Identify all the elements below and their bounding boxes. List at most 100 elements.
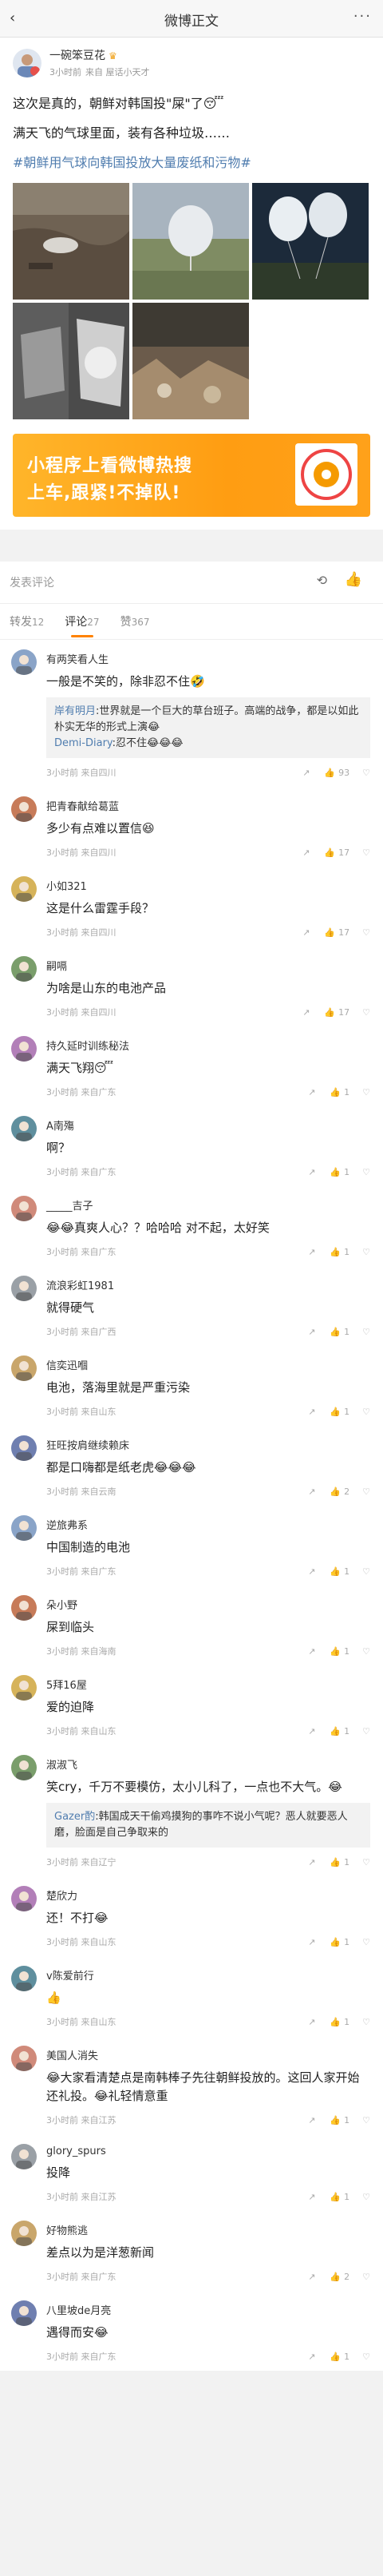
photo-3[interactable] bbox=[252, 183, 369, 300]
comment-like-button[interactable]: 👍 1 bbox=[330, 1726, 349, 1737]
heart-icon[interactable]: ♡ bbox=[362, 2272, 370, 2282]
comment-item[interactable]: 淑淑飞 笑cry，千万不要模仿，太小儿科了，一点也不大气。😂 Gazer酌:韩国成天… bbox=[0, 1745, 383, 1876]
share-icon[interactable]: ↗ bbox=[308, 1167, 315, 1177]
comment-username[interactable]: v陈爱前行 bbox=[46, 1967, 370, 1983]
share-icon[interactable]: ↗ bbox=[302, 847, 310, 858]
comment-username[interactable]: 美国人消失 bbox=[46, 2047, 370, 2062]
comment-username[interactable]: 淑淑飞 bbox=[46, 1756, 370, 1772]
comment-item[interactable]: glory_spurs 投降 3小时前 来自江苏 ↗ 👍 1 ♡ bbox=[0, 2134, 383, 2211]
share-icon[interactable]: ↗ bbox=[308, 2192, 315, 2202]
comment-avatar[interactable] bbox=[11, 2144, 37, 2169]
heart-icon[interactable]: ♡ bbox=[362, 847, 370, 858]
heart-icon[interactable]: ♡ bbox=[362, 2115, 370, 2125]
heart-icon[interactable]: ♡ bbox=[362, 1857, 370, 1868]
comment-avatar[interactable] bbox=[11, 1515, 37, 1541]
comment-like-button[interactable]: 👍 1 bbox=[330, 1327, 349, 1337]
comment-avatar[interactable] bbox=[11, 1886, 37, 1911]
share-icon[interactable]: ↗ bbox=[308, 1726, 315, 1737]
comment-replies[interactable]: 岸有明月:世界就是一个巨大的草台班子。高端的战争，都是以如此朴实无华的形式上演😂… bbox=[46, 697, 370, 758]
comment-username[interactable]: 持久延时训练秘法 bbox=[46, 1038, 370, 1053]
comment-item[interactable]: 八里坡de月亮 遇得而安😂 3小时前 来自广东 ↗ 👍 1 ♡ bbox=[0, 2291, 383, 2371]
comment-avatar[interactable] bbox=[11, 1276, 37, 1301]
heart-icon[interactable]: ♡ bbox=[362, 927, 370, 938]
share-icon[interactable]: ↗ bbox=[308, 2115, 315, 2125]
photo-4[interactable] bbox=[13, 303, 129, 419]
comment-avatar[interactable] bbox=[11, 1116, 37, 1141]
comment-like-button[interactable]: 👍 17 bbox=[324, 847, 349, 858]
share-icon[interactable]: ↗ bbox=[308, 1486, 315, 1497]
comment-avatar[interactable] bbox=[11, 1435, 37, 1461]
comment-like-button[interactable]: 👍 1 bbox=[330, 1937, 349, 1947]
share-icon[interactable]: ↗ bbox=[308, 1566, 315, 1577]
comment-username[interactable]: glory_spurs bbox=[46, 2145, 370, 2157]
comment-username[interactable]: 小如321 bbox=[46, 878, 370, 893]
comment-input-bar[interactable]: 发表评论 ⟲ 👍 bbox=[0, 562, 383, 604]
heart-icon[interactable]: ♡ bbox=[362, 768, 370, 778]
comment-username[interactable]: 八里坡de月亮 bbox=[46, 2302, 370, 2317]
comment-like-button[interactable]: 👍 1 bbox=[330, 1087, 349, 1097]
share-icon[interactable]: ↗ bbox=[308, 1407, 315, 1417]
comment-username[interactable]: 有两笑看人生 bbox=[46, 651, 370, 666]
share-icon[interactable]: ↗ bbox=[308, 1327, 315, 1337]
comment-like-button[interactable]: 👍 2 bbox=[330, 2272, 349, 2282]
post-topic-link[interactable]: #朝鲜用气球向韩国投放大量废纸和污物# bbox=[13, 152, 370, 173]
share-icon[interactable]: ↗ bbox=[308, 2352, 315, 2362]
comment-avatar[interactable] bbox=[11, 1595, 37, 1621]
comment-item[interactable]: 嗣嗝 为啥是山东的电池产品 3小时前 来自四川 ↗ 👍 17 ♡ bbox=[0, 947, 383, 1026]
share-icon[interactable]: ↗ bbox=[302, 768, 310, 778]
comment-avatar[interactable] bbox=[11, 876, 37, 902]
comment-like-button[interactable]: 👍 2 bbox=[330, 1486, 349, 1497]
comment-item[interactable]: 5拜16屋 爱的迫降 3小时前 来自山东 ↗ 👍 1 ♡ bbox=[0, 1665, 383, 1745]
comment-username[interactable]: A南殤 bbox=[46, 1117, 370, 1133]
comment-username[interactable]: 5拜16屋 bbox=[46, 1677, 370, 1692]
comment-like-button[interactable]: 👍 17 bbox=[324, 927, 349, 938]
thumb-up-icon[interactable]: 👍 bbox=[345, 571, 362, 588]
comment-like-button[interactable]: 👍 1 bbox=[330, 1646, 349, 1657]
comment-avatar[interactable] bbox=[11, 649, 37, 675]
comment-item[interactable]: A南殤 啊？ 3小时前 来自广东 ↗ 👍 1 ♡ bbox=[0, 1106, 383, 1186]
heart-icon[interactable]: ♡ bbox=[362, 1087, 370, 1097]
comment-item[interactable]: 狂旺按肩继续赖床 都是口嗨都是纸老虎😂😂😂 3小时前 来自云南 ↗ 👍 2 ♡ bbox=[0, 1426, 383, 1506]
comment-avatar[interactable] bbox=[11, 1966, 37, 1991]
comment-like-button[interactable]: 👍 1 bbox=[330, 2352, 349, 2362]
heart-icon[interactable]: ♡ bbox=[362, 2192, 370, 2202]
author-avatar[interactable] bbox=[13, 48, 41, 77]
heart-icon[interactable]: ♡ bbox=[362, 1327, 370, 1337]
photo-2[interactable] bbox=[132, 183, 249, 300]
comment-username[interactable]: 狂旺按肩继续赖床 bbox=[46, 1437, 370, 1452]
comment-avatar[interactable] bbox=[11, 1036, 37, 1062]
heart-icon[interactable]: ♡ bbox=[362, 1646, 370, 1657]
heart-icon[interactable]: ♡ bbox=[362, 1566, 370, 1577]
share-icon[interactable]: ↗ bbox=[308, 2017, 315, 2027]
reply-username[interactable]: Demi-Diary bbox=[54, 737, 113, 749]
comment-avatar[interactable] bbox=[11, 796, 37, 822]
mini-program-banner[interactable]: 小程序上看微博热搜 上车,跟紧!不掉队! bbox=[13, 434, 370, 517]
photo-5[interactable] bbox=[132, 303, 249, 419]
heart-icon[interactable]: ♡ bbox=[362, 1247, 370, 1257]
comment-avatar[interactable] bbox=[11, 1675, 37, 1701]
photo-1[interactable] bbox=[13, 183, 129, 300]
share-icon[interactable]: ↗ bbox=[308, 1646, 315, 1657]
comment-item[interactable]: 楚欣力 还！不打😂 3小时前 来自山东 ↗ 👍 1 ♡ bbox=[0, 1876, 383, 1956]
comment-avatar[interactable] bbox=[11, 956, 37, 982]
comment-avatar[interactable] bbox=[11, 2221, 37, 2246]
comment-like-button[interactable]: 👍 1 bbox=[330, 1167, 349, 1177]
comment-avatar[interactable] bbox=[11, 1755, 37, 1780]
comment-like-button[interactable]: 👍 1 bbox=[330, 1407, 349, 1417]
comment-avatar[interactable] bbox=[11, 1355, 37, 1381]
comment-item[interactable]: 信奕迅嗰 电池，落海里就是严重污染 3小时前 来自山东 ↗ 👍 1 ♡ bbox=[0, 1346, 383, 1426]
comment-username[interactable]: 好物熊逃 bbox=[46, 2222, 370, 2237]
comment-like-button[interactable]: 👍 1 bbox=[330, 1857, 349, 1868]
comment-item[interactable]: v陈爱前行 👍 3小时前 来自山东 ↗ 👍 1 ♡ bbox=[0, 1956, 383, 2036]
comment-item[interactable]: 美国人消失 😂大家看清楚点是南韩棒子先往朝鲜投放的。这回人家开始还礼投。😂礼轻情意… bbox=[0, 2036, 383, 2134]
comment-item[interactable]: 有两笑看人生 一般是不笑的，除非忍不住🤣 岸有明月:世界就是一个巨大的草台班子。高端… bbox=[0, 640, 383, 787]
comment-replies[interactable]: Gazer酌:韩国成天干偷鸡摸狗的事咋不说小气呢？恶人就要恶人磨，脸面是自己争取… bbox=[46, 1803, 370, 1848]
comment-item[interactable]: 好物熊逃 差点以为是洋葱新闻 3小时前 来自广东 ↗ 👍 2 ♡ bbox=[0, 2211, 383, 2291]
share-icon[interactable]: ↗ bbox=[308, 1087, 315, 1097]
comment-username[interactable]: _____吉子 bbox=[46, 1197, 370, 1213]
comment-username[interactable]: 嗣嗝 bbox=[46, 958, 370, 973]
heart-icon[interactable]: ♡ bbox=[362, 2017, 370, 2027]
comment-like-button[interactable]: 👍 93 bbox=[324, 768, 349, 778]
share-icon[interactable]: ↗ bbox=[308, 2272, 315, 2282]
share-icon[interactable]: ↗ bbox=[302, 1007, 310, 1018]
